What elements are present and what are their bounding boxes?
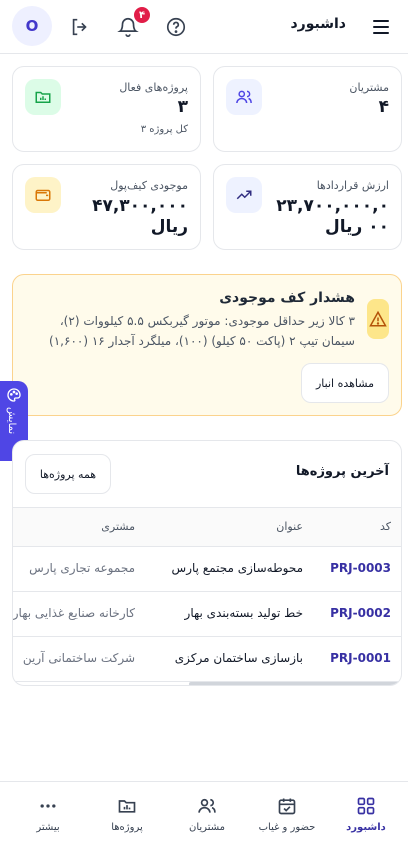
page-title: داشبورد <box>290 16 347 32</box>
notification-badge: ۴ <box>132 5 152 25</box>
active-projects-label: پروژه‌های فعال <box>119 81 188 94</box>
notifications-button[interactable]: ۴ <box>114 5 152 41</box>
latest-projects-card: آخرین پروژه‌ها همه پروژه‌ها کد عنوان مشت… <box>12 440 402 686</box>
nav-attendance-label: حضور و غیاب <box>258 822 316 833</box>
nav-more[interactable]: بیشتر <box>11 796 85 833</box>
horizontal-scrollbar[interactable] <box>189 682 401 685</box>
trending-up-icon <box>226 177 262 213</box>
contracts-value-card[interactable]: ارزش قراردادها ۲۳,۷۰۰,۰۰۰,۰ ۰۰ ریال <box>213 164 402 250</box>
top-bar: داشبورد ۴ O <box>0 0 408 54</box>
table-row[interactable]: PRJ-0002 خط تولید بسته‌بندی بهار کارخانه… <box>12 592 401 637</box>
column-customer: مشتری <box>101 520 135 533</box>
customers-card[interactable]: مشتریان ۴ <box>213 66 402 152</box>
contracts-value-line1: ۲۳,۷۰۰,۰۰۰,۰ <box>276 196 389 216</box>
column-code: کد <box>379 520 391 533</box>
project-customer: شرکت ساختمانی آرین <box>22 651 135 665</box>
calendar-check-icon <box>278 798 296 815</box>
nav-projects[interactable]: پروژه‌ها <box>90 796 164 833</box>
nav-projects-label: پروژه‌ها <box>111 822 143 833</box>
project-code[interactable]: PRJ-0003 <box>330 561 391 575</box>
active-projects-value: ۳ <box>177 97 188 117</box>
warning-icon <box>367 299 389 339</box>
palette-icon <box>7 388 21 402</box>
nav-customers[interactable]: مشتریان <box>170 796 244 833</box>
table-row[interactable]: PRJ-0001 بازسازی ساختمان مرکزی شرکت ساخت… <box>13 637 401 682</box>
total-projects-text: ۳ کل پروژه <box>140 124 188 135</box>
alert-title: هشدار کف موجودی <box>219 290 355 306</box>
wallet-balance-line1: ۴۷,۳۰۰,۰۰۰ <box>92 196 188 216</box>
project-code[interactable]: PRJ-0002 <box>330 606 391 620</box>
nav-attendance[interactable]: حضور و غیاب <box>250 796 324 833</box>
project-customer: کارخانه صنایع غذایی بهار <box>12 606 135 620</box>
project-code[interactable]: PRJ-0001 <box>330 651 391 665</box>
wallet-balance-card[interactable]: موجودی کیف‌پول ۴۷,۳۰۰,۰۰۰ ریال <box>12 164 201 250</box>
dashboard-icon <box>357 797 375 815</box>
alert-text: ۳ کالا زیر حداقل موجودی: موتور گیربکس ۵.… <box>49 314 355 348</box>
bottom-nav: داشبورد حضور و غیاب مشتریان پروژه‌ها بیش… <box>0 781 408 844</box>
nav-customers-label: مشتریان <box>189 822 225 833</box>
side-tab-label: نمایش <box>6 407 17 435</box>
all-projects-button[interactable]: همه پروژه‌ها <box>25 454 111 494</box>
folder-chart-icon <box>118 800 136 813</box>
contracts-value-line2: ۰۰ ریال <box>325 217 389 237</box>
contracts-value-label: ارزش قراردادها <box>316 179 389 192</box>
customers-value: ۴ <box>378 97 389 117</box>
project-title: بازسازی ساختمان مرکزی <box>174 651 303 665</box>
column-title: عنوان <box>276 520 303 533</box>
wallet-balance-line2: ریال <box>150 217 188 237</box>
more-icon <box>40 804 56 808</box>
logout-icon[interactable] <box>66 13 94 41</box>
help-icon[interactable] <box>162 13 190 41</box>
users-icon <box>226 79 262 115</box>
customers-label: مشتریان <box>349 81 389 94</box>
table-row[interactable]: PRJ-0003 محوطه‌سازی مجتمع پارس مجموعه تج… <box>13 547 401 592</box>
users-icon <box>198 798 216 813</box>
table-header: کد عنوان مشتری <box>13 507 401 547</box>
wallet-balance-label: موجودی کیف‌پول <box>110 179 188 192</box>
project-customer: مجموعه تجاری پارس <box>29 561 135 575</box>
folder-chart-icon <box>25 79 61 115</box>
wallet-icon <box>25 177 61 213</box>
project-title: خط تولید بسته‌بندی بهار <box>184 606 303 620</box>
nav-more-label: بیشتر <box>36 822 60 833</box>
view-warehouse-button[interactable]: مشاهده انبار <box>301 363 389 403</box>
project-title: محوطه‌سازی مجتمع پارس <box>171 561 303 575</box>
menu-icon[interactable] <box>368 14 394 40</box>
nav-dashboard-label: داشبورد <box>346 822 386 833</box>
nav-dashboard[interactable]: داشبورد <box>329 796 403 833</box>
active-projects-card[interactable]: پروژه‌های فعال ۳ ۳ کل پروژه <box>12 66 201 152</box>
latest-projects-title: آخرین پروژه‌ها <box>295 464 389 479</box>
low-stock-alert: هشدار کف موجودی ۳ کالا زیر حداقل موجودی:… <box>12 274 402 416</box>
avatar[interactable]: O <box>12 6 52 46</box>
